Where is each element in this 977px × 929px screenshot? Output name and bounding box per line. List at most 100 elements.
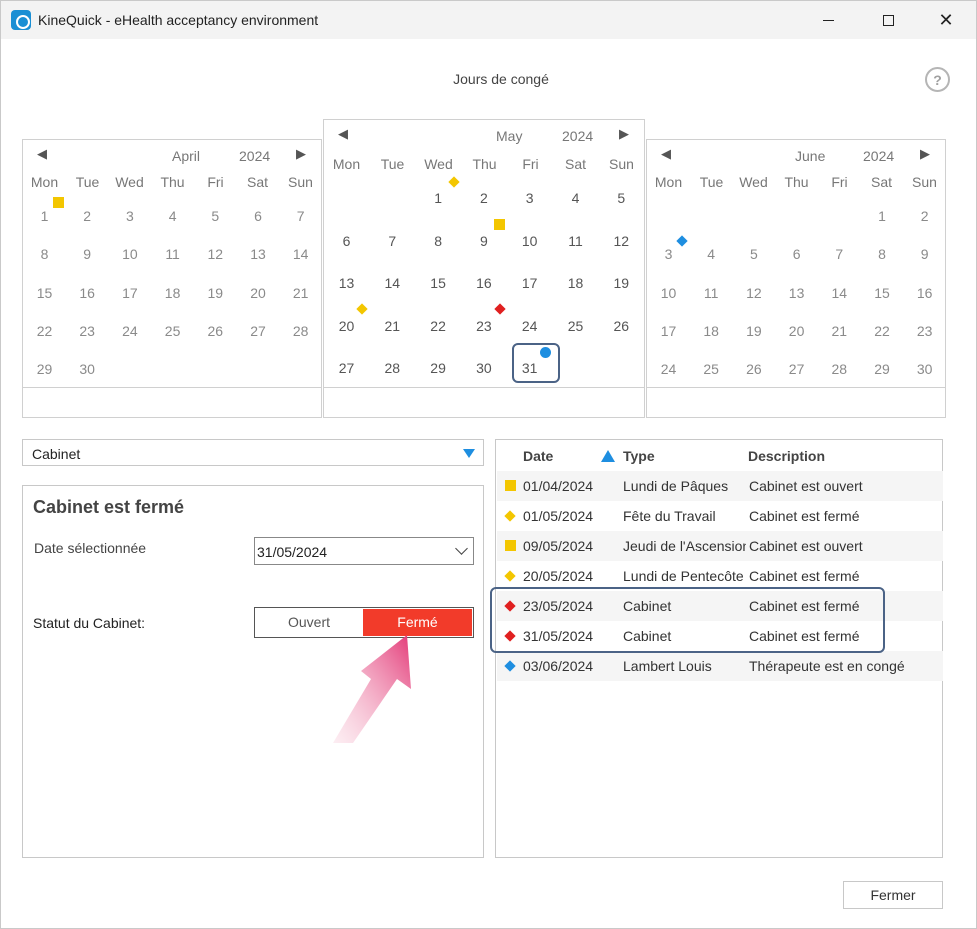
calendar-day[interactable]: 15 [23,285,66,301]
calendar-day[interactable]: 8 [23,246,66,262]
calendar-day[interactable]: 27 [237,323,280,339]
close-window-button[interactable]: ✕ [923,5,969,35]
calendar-day[interactable]: 6 [775,246,818,262]
calendar-day[interactable]: 25 [554,318,597,334]
cabinet-dropdown[interactable]: Cabinet [22,439,484,466]
calendar-day[interactable]: 12 [732,285,775,301]
calendar-day[interactable]: 11 [690,285,733,301]
calendar-day[interactable]: 24 [108,323,151,339]
calendar-day[interactable]: 22 [417,318,460,334]
calendar-day[interactable]: 28 [818,361,861,377]
calendar-day[interactable]: 30 [903,361,946,377]
calendar-day[interactable]: 18 [151,285,194,301]
calendar-day[interactable]: 8 [417,233,460,249]
next-month-button[interactable]: ▶ [619,126,629,142]
calendar-day[interactable]: 28 [371,360,414,376]
calendar-day[interactable]: 27 [775,361,818,377]
calendar-day[interactable]: 4 [554,190,597,206]
calendar-day[interactable]: 26 [600,318,643,334]
table-row[interactable]: 01/05/2024 Fête du Travail Cabinet est f… [497,501,943,531]
table-row[interactable]: 03/06/2024 Lambert Louis Thérapeute est … [497,651,943,681]
column-header-description[interactable]: Description [748,448,825,464]
calendar-day[interactable]: 29 [861,361,904,377]
calendar-day[interactable]: 7 [818,246,861,262]
calendar-day[interactable]: 28 [279,323,322,339]
calendar-day[interactable]: 24 [508,318,551,334]
calendar-day[interactable]: 29 [23,361,66,377]
calendar-day[interactable]: 23 [462,318,505,334]
calendar-day[interactable]: 7 [371,233,414,249]
calendar-day[interactable]: 21 [371,318,414,334]
close-button[interactable]: Fermer [843,881,943,909]
calendar-day[interactable]: 16 [462,275,505,291]
calendar-day[interactable]: 22 [861,323,904,339]
maximize-button[interactable] [865,5,911,35]
table-row[interactable]: 09/05/2024 Jeudi de l'Ascension Cabinet … [497,531,943,561]
calendar-day[interactable]: 30 [66,361,109,377]
calendar-day[interactable]: 5 [600,190,643,206]
calendar-day[interactable]: 25 [690,361,733,377]
calendar-day[interactable]: 20 [237,285,280,301]
date-picker[interactable]: 31/05/2024 [254,537,474,565]
calendar-day[interactable]: 9 [66,246,109,262]
calendar-day[interactable]: 5 [732,246,775,262]
calendar-day[interactable]: 16 [66,285,109,301]
calendar-day[interactable]: 13 [237,246,280,262]
prev-month-button[interactable]: ◀ [661,146,671,162]
prev-month-button[interactable]: ◀ [37,146,47,162]
calendar-day[interactable]: 22 [23,323,66,339]
help-icon[interactable]: ? [925,67,950,92]
calendar-day[interactable]: 21 [818,323,861,339]
calendar-day[interactable]: 17 [108,285,151,301]
calendar-day[interactable]: 2 [903,208,946,224]
calendar-day[interactable]: 19 [600,275,643,291]
column-header-type[interactable]: Type [623,448,655,464]
calendar-day[interactable]: 3 [647,246,690,262]
calendar-day[interactable]: 11 [554,233,597,249]
calendar-day[interactable]: 8 [861,246,904,262]
next-month-button[interactable]: ▶ [296,146,306,162]
calendar-day[interactable]: 20 [325,318,368,334]
calendar-day[interactable]: 29 [417,360,460,376]
next-month-button[interactable]: ▶ [920,146,930,162]
calendar-day[interactable]: 2 [462,190,505,206]
calendar-day[interactable]: 14 [279,246,322,262]
calendar-day[interactable]: 15 [861,285,904,301]
minimize-button[interactable] [805,5,851,35]
calendar-day[interactable]: 3 [108,208,151,224]
calendar-day[interactable]: 17 [647,323,690,339]
calendar-day[interactable]: 1 [23,208,66,224]
calendar-day[interactable]: 17 [508,275,551,291]
calendar-day[interactable]: 14 [818,285,861,301]
calendar-day[interactable]: 18 [554,275,597,291]
calendar-day[interactable]: 23 [66,323,109,339]
calendar-day[interactable]: 6 [237,208,280,224]
column-header-date[interactable]: Date [523,448,553,464]
calendar-day[interactable]: 26 [732,361,775,377]
calendar-day[interactable]: 1 [861,208,904,224]
calendar-day[interactable]: 19 [732,323,775,339]
calendar-day[interactable]: 2 [66,208,109,224]
calendar-day[interactable]: 4 [690,246,733,262]
calendar-day[interactable]: 3 [508,190,551,206]
calendar-day[interactable]: 25 [151,323,194,339]
calendar-day[interactable]: 15 [417,275,460,291]
calendar-day[interactable]: 26 [194,323,237,339]
calendar-day[interactable]: 6 [325,233,368,249]
calendar-day[interactable]: 12 [600,233,643,249]
calendar-day[interactable]: 27 [325,360,368,376]
calendar-day[interactable]: 10 [508,233,551,249]
calendar-day[interactable]: 10 [108,246,151,262]
calendar-day[interactable]: 23 [903,323,946,339]
calendar-day[interactable]: 1 [417,190,460,206]
calendar-day[interactable]: 9 [903,246,946,262]
calendar-day[interactable]: 24 [647,361,690,377]
calendar-day[interactable]: 13 [325,275,368,291]
calendar-day[interactable]: 5 [194,208,237,224]
calendar-day[interactable]: 7 [279,208,322,224]
calendar-day[interactable]: 16 [903,285,946,301]
calendar-day[interactable]: 21 [279,285,322,301]
calendar-day[interactable]: 10 [647,285,690,301]
prev-month-button[interactable]: ◀ [338,126,348,142]
calendar-day[interactable]: 12 [194,246,237,262]
